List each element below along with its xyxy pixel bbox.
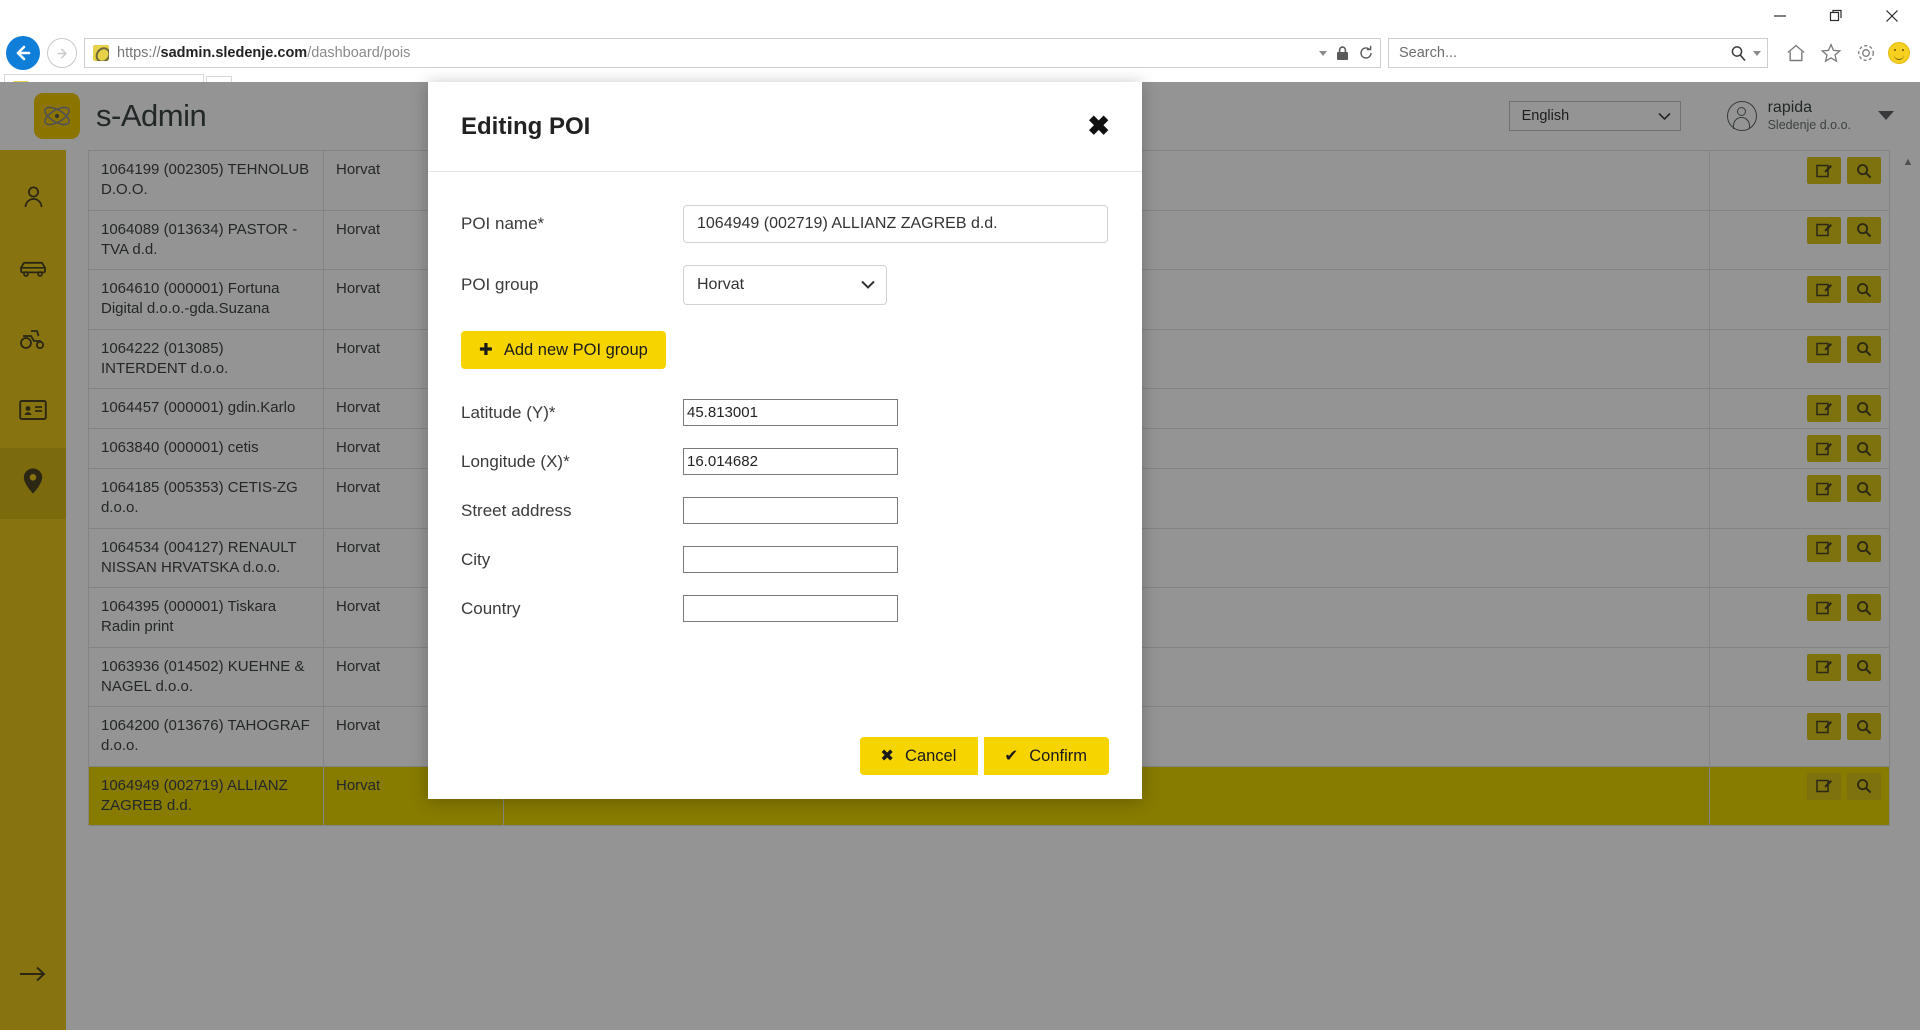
cancel-button[interactable]: ✖ Cancel — [860, 737, 979, 775]
search-placeholder: Search... — [1399, 45, 1458, 61]
poi-name-label: POI name* — [461, 214, 545, 233]
poi-group-select[interactable]: Horvat — [683, 265, 887, 305]
field-row-poi-group: POI group Horvat — [461, 265, 1109, 305]
url-path: /dashboard/pois — [307, 45, 411, 61]
forward-button[interactable] — [47, 38, 77, 68]
city-input[interactable] — [683, 546, 898, 573]
chevron-down-icon — [861, 280, 875, 289]
confirm-button[interactable]: ✔ Confirm — [984, 737, 1109, 775]
longitude-input[interactable]: 16.014682 — [683, 448, 898, 475]
favorites-star-icon[interactable] — [1818, 40, 1844, 66]
lock-icon[interactable] — [1335, 45, 1350, 61]
longitude-label: Longitude (X)* — [461, 451, 570, 471]
url-protocol: https:// — [117, 45, 161, 61]
address-bar-url: https://sadmin.sledenje.com/dashboard/po… — [117, 45, 1311, 61]
plus-icon: ✚ — [479, 341, 493, 359]
window-restore-button[interactable] — [1808, 0, 1864, 32]
reload-icon[interactable] — [1358, 45, 1374, 61]
back-button[interactable] — [6, 36, 40, 70]
settings-gear-icon[interactable] — [1853, 40, 1879, 66]
poi-name-input[interactable]: 1064949 (002719) ALLIANZ ZAGREB d.d. — [683, 205, 1108, 243]
street-address-input[interactable] — [683, 497, 898, 524]
country-input[interactable] — [683, 595, 898, 622]
dialog-footer: ✖ Cancel ✔ Confirm — [428, 737, 1142, 799]
country-label: Country — [461, 598, 521, 618]
latitude-input[interactable]: 45.813001 — [683, 399, 898, 426]
dialog-action-buttons: ✖ Cancel ✔ Confirm — [860, 737, 1109, 775]
home-icon[interactable] — [1783, 40, 1809, 66]
add-new-poi-group-button[interactable]: ✚ Add new POI group — [461, 331, 666, 369]
add-new-poi-group-label: Add new POI group — [503, 340, 648, 359]
feedback-smiley-icon[interactable] — [1888, 42, 1910, 64]
browser-window: https://sadmin.sledenje.com/dashboard/po… — [0, 0, 1920, 1030]
browser-toolbar-icons — [1775, 40, 1910, 66]
field-row-latitude: Latitude (Y)* 45.813001 — [461, 399, 1109, 426]
search-icon[interactable] — [1730, 45, 1747, 62]
city-label: City — [461, 549, 491, 569]
latitude-label: Latitude (Y)* — [461, 402, 556, 422]
dialog-body: POI name* 1064949 (002719) ALLIANZ ZAGRE… — [428, 172, 1142, 737]
field-row-longitude: Longitude (X)* 16.014682 — [461, 448, 1109, 475]
editing-poi-dialog: Editing POI ✖ POI name* 1064949 (002719)… — [428, 82, 1142, 799]
url-domain: sadmin.sledenje.com — [160, 45, 308, 61]
browser-navbar: https://sadmin.sledenje.com/dashboard/po… — [0, 32, 1920, 74]
poi-group-select-value: Horvat — [697, 276, 745, 293]
site-favicon — [93, 45, 109, 61]
poi-group-label: POI group — [461, 275, 539, 294]
window-close-button[interactable] — [1864, 0, 1920, 32]
dialog-close-button[interactable]: ✖ — [1087, 113, 1110, 140]
browser-search-box[interactable]: Search... — [1388, 38, 1768, 68]
dialog-title: Editing POI — [461, 112, 591, 140]
window-titlebar — [0, 0, 1920, 32]
confirm-button-label: Confirm — [1029, 746, 1087, 765]
address-bar[interactable]: https://sadmin.sledenje.com/dashboard/po… — [84, 38, 1381, 68]
cross-icon: ✖ — [880, 747, 895, 765]
address-dropdown-icon[interactable] — [1319, 50, 1327, 56]
window-minimize-button[interactable] — [1752, 0, 1808, 32]
check-icon: ✔ — [1004, 747, 1019, 765]
search-provider-dropdown-icon[interactable] — [1753, 50, 1761, 56]
dialog-header: Editing POI ✖ — [428, 82, 1142, 172]
field-row-country: Country — [461, 595, 1109, 622]
field-row-city: City — [461, 546, 1109, 573]
cancel-button-label: Cancel — [905, 746, 957, 765]
field-row-street-address: Street address — [461, 497, 1109, 524]
field-row-poi-name: POI name* 1064949 (002719) ALLIANZ ZAGRE… — [461, 205, 1109, 243]
street-address-label: Street address — [461, 500, 572, 520]
